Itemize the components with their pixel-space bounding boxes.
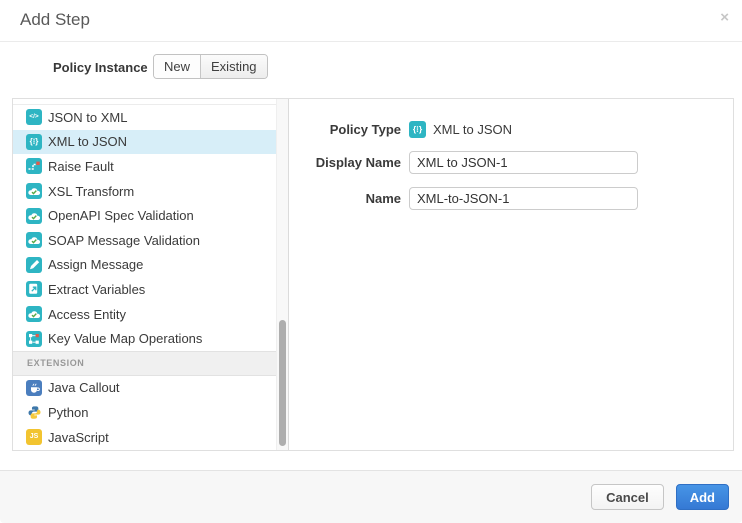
policy-detail-panel: Policy Type {⁝} XML to JSON Display Name… xyxy=(289,99,733,450)
list-item[interactable]: JS JavaScript xyxy=(13,425,276,450)
cancel-button[interactable]: Cancel xyxy=(591,484,664,510)
list-item[interactable]: </> JSON to XML xyxy=(13,105,276,130)
list-item[interactable]: Access Entity xyxy=(13,302,276,327)
add-step-dialog: Add Step × Policy Instance New Existing … xyxy=(0,0,742,523)
json-to-xml-icon: </> xyxy=(26,109,42,125)
policy-instance-label: Policy Instance xyxy=(53,60,148,75)
list-item-label: OpenAPI Spec Validation xyxy=(48,208,194,223)
list-item-label: Raise Fault xyxy=(48,159,114,174)
access-entity-icon xyxy=(26,306,42,322)
display-name-label: Display Name xyxy=(289,155,401,170)
name-label: Name xyxy=(289,191,401,206)
xml-to-json-icon: {⁝} xyxy=(26,134,42,150)
list-section-header: EXTENSION xyxy=(13,351,276,376)
key-value-map-operations-icon xyxy=(26,331,42,347)
python-icon xyxy=(26,404,42,420)
openapi-spec-validation-icon xyxy=(26,208,42,224)
policy-instance-row: Policy Instance New Existing xyxy=(0,42,742,98)
list-item[interactable]: Key Value Map Operations xyxy=(13,326,276,351)
list-item-label: Extract Variables xyxy=(48,282,145,297)
list-item[interactable]: OpenAPI Spec Validation xyxy=(13,203,276,228)
content-area: </> JSON to XML {⁝} XML to JSON Raise Fault X… xyxy=(12,98,734,451)
raise-fault-icon xyxy=(26,158,42,174)
xml-to-json-icon: {⁝} xyxy=(409,121,426,138)
dialog-title: Add Step xyxy=(20,10,90,30)
policy-list: </> JSON to XML {⁝} XML to JSON Raise Fault X… xyxy=(13,99,289,450)
dialog-header: Add Step × xyxy=(0,0,742,42)
list-item-label: Key Value Map Operations xyxy=(48,331,202,346)
soap-message-validation-icon xyxy=(26,232,42,248)
list-scrollbar-thumb[interactable] xyxy=(279,320,286,446)
display-name-row: Display Name xyxy=(289,151,733,174)
javascript-icon: JS xyxy=(26,429,42,445)
list-item-label: XSL Transform xyxy=(48,184,134,199)
xsl-transform-icon xyxy=(26,183,42,199)
list-item-label: Java Callout xyxy=(48,380,120,395)
list-item-label: Python xyxy=(48,405,88,420)
list-item[interactable]: Python xyxy=(13,400,276,425)
list-item[interactable]: Extract Variables xyxy=(13,277,276,302)
display-name-field[interactable] xyxy=(409,151,638,174)
toggle-existing-button[interactable]: Existing xyxy=(200,55,267,78)
list-item-label: Access Entity xyxy=(48,307,126,322)
list-item-label: SOAP Message Validation xyxy=(48,233,200,248)
java-callout-icon xyxy=(26,380,42,396)
policy-type-row: Policy Type {⁝} XML to JSON xyxy=(289,121,733,138)
add-button[interactable]: Add xyxy=(676,484,729,510)
list-item-label: Assign Message xyxy=(48,257,143,272)
policy-type-value: {⁝} XML to JSON xyxy=(409,121,512,138)
list-item-label: JavaScript xyxy=(48,430,109,445)
assign-message-icon xyxy=(26,257,42,273)
list-scrollbar-track[interactable] xyxy=(276,99,288,450)
dialog-footer: Cancel Add xyxy=(0,470,742,523)
list-item[interactable]: Assign Message xyxy=(13,253,276,278)
list-item[interactable]: XSL Transform xyxy=(13,179,276,204)
policy-type-label: Policy Type xyxy=(289,122,401,137)
policy-type-name: XML to JSON xyxy=(433,122,512,137)
name-row: Name xyxy=(289,187,733,210)
extract-variables-icon xyxy=(26,281,42,297)
list-item[interactable]: {⁝} XML to JSON xyxy=(13,130,276,155)
list-item-label: JSON to XML xyxy=(48,110,127,125)
list-item[interactable]: Java Callout xyxy=(13,376,276,401)
name-field[interactable] xyxy=(409,187,638,210)
policy-instance-toggle: New Existing xyxy=(153,54,268,79)
list-item[interactable]: SOAP Message Validation xyxy=(13,228,276,253)
close-icon[interactable]: × xyxy=(720,8,729,28)
list-item[interactable]: Raise Fault xyxy=(13,154,276,179)
list-item-label: XML to JSON xyxy=(48,134,127,149)
toggle-new-button[interactable]: New xyxy=(154,55,200,78)
